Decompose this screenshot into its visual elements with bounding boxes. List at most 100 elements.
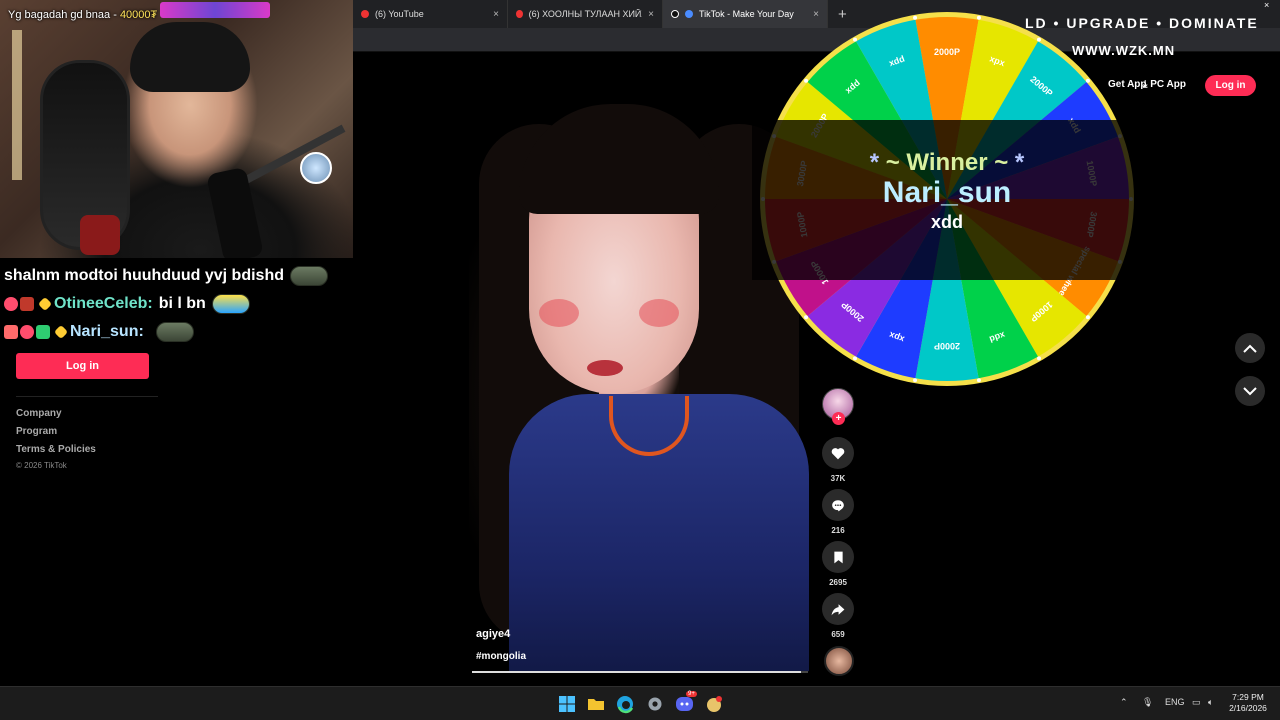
app-button[interactable] bbox=[704, 694, 724, 714]
pc-app-link[interactable]: ⤓ PC App bbox=[1143, 79, 1186, 90]
tab-close-icon[interactable]: × bbox=[493, 9, 499, 20]
chrome-icon bbox=[685, 10, 693, 18]
streamer-figure bbox=[130, 22, 250, 92]
share-count: 659 bbox=[831, 630, 845, 639]
star-glyph: * bbox=[1008, 149, 1025, 176]
like-count: 37K bbox=[830, 474, 846, 483]
file-explorer-button[interactable] bbox=[586, 694, 606, 714]
tab-close-icon[interactable]: × bbox=[648, 9, 654, 20]
heart-badge-icon bbox=[20, 325, 34, 339]
sidebar-link-company[interactable]: Company bbox=[16, 408, 62, 419]
clock-date: 2/16/2026 bbox=[1229, 703, 1267, 713]
winner-title: * ~ Winner ~ * bbox=[752, 149, 1142, 177]
screen: { "browser": { "tabs": [ {"label": "(6) … bbox=[0, 0, 1280, 720]
tab-label: (6) YouTube bbox=[375, 9, 424, 19]
sidebar-link-terms[interactable]: Terms & Policies bbox=[16, 444, 96, 455]
like-button[interactable] bbox=[822, 437, 854, 469]
wheel-peg bbox=[913, 378, 918, 383]
wheel-peg bbox=[804, 315, 809, 320]
video-progress-bar[interactable] bbox=[472, 671, 808, 673]
youtube-icon bbox=[361, 10, 369, 18]
previous-video-button[interactable] bbox=[1235, 333, 1265, 363]
gear-icon bbox=[648, 697, 662, 711]
star-badge-icon bbox=[53, 324, 69, 340]
tiktok-icon bbox=[671, 10, 679, 18]
stream-chat: shalnm modtoi huuhduud yvj bdishd Otinee… bbox=[4, 262, 354, 346]
wheel-peg bbox=[976, 378, 981, 383]
follow-button[interactable]: + bbox=[832, 412, 845, 425]
volume-icon[interactable]: 🔈︎ bbox=[1208, 697, 1213, 708]
emote-icon bbox=[211, 294, 250, 314]
edge-icon bbox=[617, 696, 634, 714]
sidebar-link-program[interactable]: Program bbox=[16, 426, 57, 437]
chevron-up-icon bbox=[1243, 344, 1257, 353]
webcam-led-strip bbox=[160, 2, 270, 18]
share-icon bbox=[831, 603, 845, 615]
video-figure bbox=[639, 299, 679, 327]
comment-icon bbox=[832, 499, 844, 511]
microphone-icon[interactable]: 🎙︎ bbox=[1142, 697, 1153, 708]
bookmark-icon bbox=[833, 551, 843, 563]
emote-icon bbox=[289, 266, 328, 286]
mic-badge bbox=[300, 152, 332, 184]
comment-button[interactable] bbox=[822, 489, 854, 521]
next-video-button[interactable] bbox=[1235, 376, 1265, 406]
start-button[interactable] bbox=[557, 694, 577, 714]
share-button[interactable] bbox=[822, 593, 854, 625]
video-figure bbox=[539, 299, 579, 327]
winner-text: xdd bbox=[930, 212, 963, 232]
chat-username: OtineeCeleb: bbox=[54, 295, 153, 312]
tray-chevron-up-icon[interactable]: ⌃ bbox=[1120, 697, 1128, 708]
chat-username: Nari_sun: bbox=[70, 323, 144, 340]
language-indicator[interactable]: ENG bbox=[1165, 697, 1185, 707]
folder-icon bbox=[588, 699, 604, 710]
save-button[interactable] bbox=[822, 541, 854, 573]
star-glyph: * bbox=[869, 149, 886, 176]
wheel-peg bbox=[1085, 315, 1090, 320]
discord-button[interactable]: 9+ bbox=[675, 691, 697, 714]
network-icon[interactable]: ▭ bbox=[1192, 697, 1201, 708]
music-disc[interactable] bbox=[824, 646, 854, 676]
app-icon bbox=[707, 696, 722, 712]
wheel-peg bbox=[913, 15, 918, 20]
video-figure bbox=[587, 360, 623, 376]
discord-icon bbox=[676, 697, 693, 711]
sub-badge-icon bbox=[36, 325, 50, 339]
webcam-light bbox=[12, 30, 22, 180]
header-login-button[interactable]: Log in bbox=[1205, 75, 1256, 96]
tab-youtube-2[interactable]: (6) ХООЛНЫ ТУЛААН ХИЙЖ ОР × bbox=[508, 0, 663, 28]
winner-title-text: ~ Winner ~ bbox=[885, 149, 1009, 176]
wheel-segment-label: 2000P bbox=[934, 341, 960, 351]
wheel-segment-label: 2000P bbox=[934, 47, 960, 57]
og-badge-icon bbox=[20, 297, 34, 311]
tab-youtube[interactable]: (6) YouTube × bbox=[353, 0, 508, 28]
microphone bbox=[206, 166, 264, 258]
copyright: © 2026 TikTok bbox=[16, 461, 67, 470]
windows-taskbar bbox=[0, 686, 1280, 720]
comment-count: 216 bbox=[831, 526, 845, 535]
star-badge-icon bbox=[37, 296, 53, 312]
wheel-peg bbox=[976, 15, 981, 20]
heart-badge-icon bbox=[4, 297, 18, 311]
donation-amount: 40000₮ bbox=[119, 9, 158, 21]
wheel-peg bbox=[804, 78, 809, 83]
wheel-peg bbox=[1085, 78, 1090, 83]
chat-message-text: bi l bn bbox=[158, 295, 206, 312]
winner-name: Nari_sun bbox=[882, 176, 1012, 209]
chat-message: Nari_sun: bbox=[4, 318, 354, 346]
heart-icon bbox=[831, 447, 845, 459]
video-hashtag[interactable]: #mongolia bbox=[476, 651, 526, 662]
wheel-peg bbox=[853, 356, 857, 361]
chat-message: OtineeCeleb: bi l bn bbox=[4, 290, 354, 318]
edge-button[interactable] bbox=[615, 694, 635, 714]
clock[interactable]: 7:29 PM 2/16/2026 bbox=[1226, 692, 1270, 714]
gaming-chair bbox=[80, 215, 120, 255]
wheel-peg bbox=[1037, 37, 1041, 42]
sidebar-login-button[interactable]: Log in bbox=[16, 353, 149, 379]
close-icon[interactable]: × bbox=[1264, 0, 1269, 10]
chat-message-text: shalnm modtoi huuhduud yvj bdishd bbox=[4, 267, 284, 284]
youtube-icon bbox=[516, 10, 523, 18]
video-author[interactable]: agiye4 bbox=[476, 628, 510, 640]
settings-button[interactable] bbox=[645, 694, 665, 714]
rocket-badge-icon bbox=[4, 325, 18, 339]
